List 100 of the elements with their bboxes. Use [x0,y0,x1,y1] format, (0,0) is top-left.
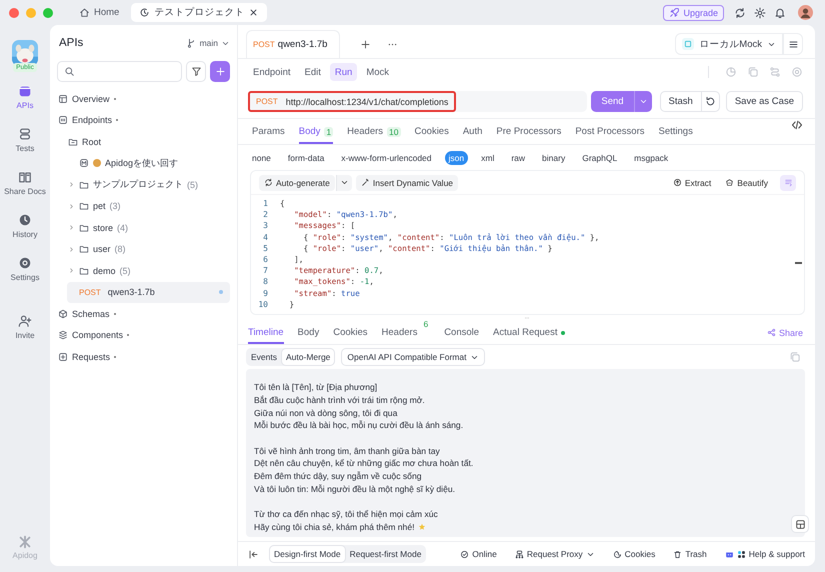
branch-selector[interactable]: main [186,38,230,48]
request-section-tab[interactable]: Params [252,119,285,144]
request-section-tab[interactable]: Headers 10 [347,119,401,144]
response-tab[interactable]: Body [298,321,320,344]
tree-item[interactable]: Root [67,131,230,152]
send-options-button[interactable] [634,91,652,112]
status-item[interactable]: Request Proxy [514,549,595,560]
sync-icon[interactable] [734,6,746,18]
format-button[interactable] [780,174,796,190]
stack-icon [18,127,32,141]
body-type-option[interactable]: GraphQL [578,150,622,164]
response-tab[interactable]: Console [444,321,480,344]
request-section-tab[interactable]: Settings [658,119,693,144]
tree-item[interactable]: Apidogを使い回す [67,152,230,174]
body-type-option[interactable]: none [248,150,275,164]
layout-button[interactable] [791,515,809,534]
tree-item[interactable]: Components [57,324,230,346]
tree-item[interactable]: サンプルプロジェクト (5) [67,174,230,196]
body-type-option[interactable]: msgpack [630,150,672,164]
line-number: 8 [262,277,268,286]
rail-item[interactable]: Tests [2,127,48,153]
mode-tab[interactable]: Edit [300,63,326,81]
request-section-tab[interactable]: Body 1 [298,119,334,144]
insert-value-button[interactable]: Insert Dynamic Value [356,174,458,190]
status-item[interactable]: Cookies [612,549,656,560]
stash-button[interactable]: Stash [660,91,702,112]
add-button[interactable] [210,61,230,82]
app-tab[interactable]: テストプロジェクト [131,3,268,22]
tree-item[interactable]: Endpoints [57,110,230,131]
app-tab[interactable]: Home [71,3,128,22]
tree-item[interactable]: pet (3) [67,196,230,217]
notification-icon[interactable] [774,6,786,18]
zoom-window-button[interactable] [43,8,53,18]
line-number: 5 [262,244,268,253]
code-icon[interactable] [791,119,803,131]
body-type-option[interactable]: binary [538,150,570,164]
folder-icon [68,136,78,147]
line-number: 1 [262,199,268,208]
auto-generate-options-button[interactable] [336,174,352,190]
rail-item[interactable]: Invite [2,314,48,340]
mode-tab[interactable]: Endpoint [248,63,296,81]
cookie-icon [612,550,622,559]
status-item[interactable]: Trash [673,549,707,560]
segment-button[interactable]: Request-first Mode [346,546,426,562]
avatar-icon[interactable] [798,5,813,20]
open-request-tab[interactable]: POST qwen3-1.7b [246,30,340,58]
body-type-option[interactable]: xml [477,150,498,164]
refresh-icon [704,96,716,107]
extract-button[interactable]: Extract [672,178,712,188]
filter-button[interactable] [186,61,206,82]
tree-item[interactable]: user (8) [67,238,230,260]
tree-item[interactable]: Requests [57,346,230,368]
response-tab[interactable]: Actual Request [493,321,566,344]
settings-icon[interactable] [754,6,766,18]
body-type-option[interactable]: raw [507,150,530,164]
send-button[interactable]: Send [591,91,634,112]
tree-item[interactable]: Overview [57,88,230,110]
mode-tab[interactable]: Mock [361,63,394,81]
response-tab[interactable]: Cookies [333,321,368,344]
rail-item[interactable]: APIs [2,84,48,110]
menu-button[interactable] [783,33,803,55]
request-section-tab[interactable]: Post Processors [575,119,644,144]
request-section-tab[interactable]: Cookies [414,119,449,144]
upgrade-button[interactable]: Upgrade [663,4,724,20]
segment-button[interactable]: Auto-Merge [282,349,334,365]
url-field[interactable]: POST http://localhost:1234/v1/chat/completions [248,91,588,112]
request-section-tab[interactable]: Auth [462,119,482,144]
request-section-tab[interactable]: Pre Processors [496,119,562,144]
auto-generate-button[interactable]: Auto-generate [259,174,335,190]
body-type-option[interactable]: x-www-form-urlencoded [337,150,436,164]
restore-button[interactable] [702,91,720,112]
format-dropdown[interactable]: OpenAI API Compatible Format [341,348,486,366]
share-button[interactable]: Share [766,321,803,344]
rail-item[interactable]: Settings [2,256,48,282]
environment-icon [682,38,694,50]
line-number: 6 [262,255,268,264]
close-window-button[interactable] [9,8,19,18]
rail-item[interactable]: History [2,213,48,239]
tree-item[interactable]: Schemas [57,303,230,324]
tree-item[interactable]: store (4) [67,217,230,238]
response-tab[interactable]: Timeline [248,321,284,344]
mode-tab[interactable]: Run [330,63,358,81]
beautify-button[interactable]: Beautify [725,178,768,188]
search-field[interactable] [57,61,182,82]
close-icon[interactable] [248,7,260,18]
rail-item[interactable]: Share Docs [2,170,48,196]
rocket-icon [669,7,680,18]
folder-icon [79,180,89,190]
segment-button[interactable]: Design-first Mode [270,546,345,562]
tree-item[interactable]: POST qwen3-1.7b [67,282,230,303]
status-item[interactable]: Online [460,549,497,560]
segment-button[interactable]: Events [247,349,281,365]
tree-item[interactable]: demo (5) [67,260,230,282]
book-icon [18,170,32,184]
wand-icon [360,178,370,187]
save-case-button[interactable]: Save as Case [726,91,803,112]
environment-selector[interactable]: ローカルMock [675,33,783,55]
status-item[interactable]: Help & support [724,549,805,560]
response-tab[interactable]: Headers 6 [382,321,430,344]
body-type-option[interactable]: form-data [284,150,328,164]
